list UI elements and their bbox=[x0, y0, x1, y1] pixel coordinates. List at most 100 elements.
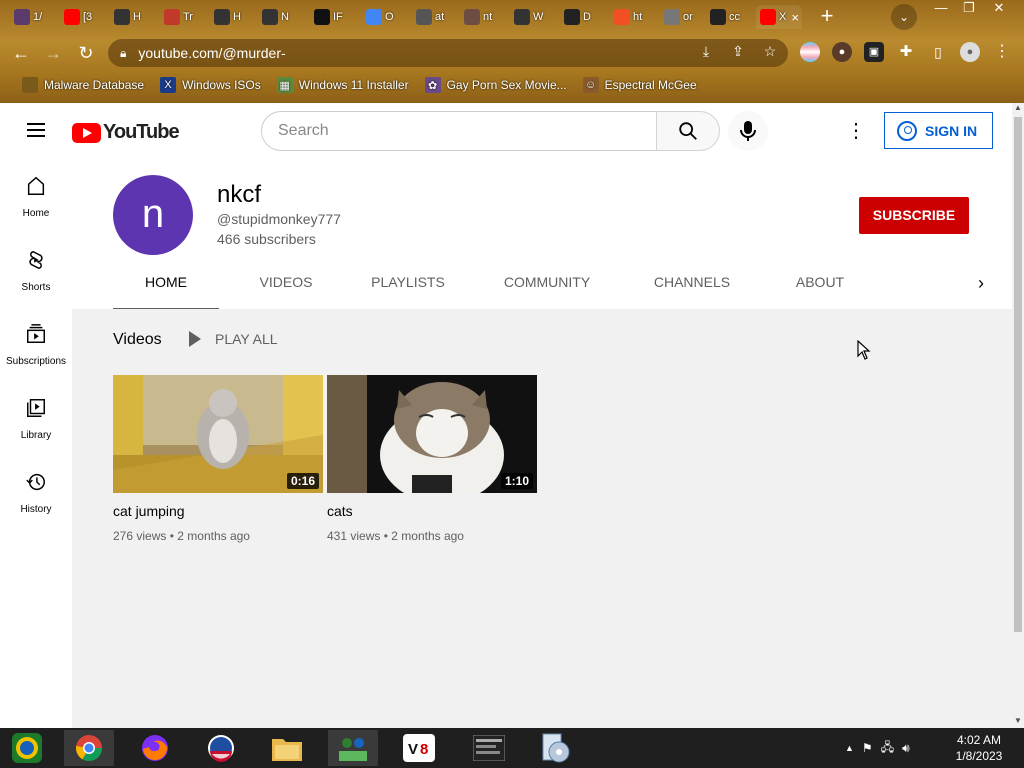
guide-item-subscriptions[interactable]: Subscriptions bbox=[0, 307, 72, 381]
obama-logo-taskbar-button[interactable] bbox=[196, 730, 246, 766]
video-title[interactable]: cats bbox=[327, 503, 537, 519]
start-button[interactable] bbox=[2, 730, 52, 766]
address-bar[interactable]: 🔒︎ youtube.com/@murder- ⤓ ⇪ ☆ bbox=[108, 39, 788, 67]
bookmark-item[interactable]: ☺ Espectral McGee bbox=[575, 77, 705, 93]
play-all-button[interactable]: PLAY ALL bbox=[189, 331, 278, 347]
channel-handle: @stupidmonkey777 bbox=[217, 211, 341, 227]
minimize-button[interactable]: — bbox=[926, 0, 956, 18]
side-panel-icon[interactable]: ▯ bbox=[928, 42, 948, 62]
tab-title: H bbox=[233, 11, 241, 23]
tab-channels[interactable]: CHANNELS bbox=[643, 263, 741, 311]
tab-title: or bbox=[683, 11, 693, 23]
chrome-taskbar-button[interactable] bbox=[64, 730, 114, 766]
video-thumbnail[interactable]: 1:10 bbox=[327, 375, 537, 493]
bookmark-star-icon[interactable]: ☆ bbox=[760, 43, 780, 63]
chevron-right-icon[interactable]: › bbox=[971, 273, 991, 297]
new-tab-button[interactable]: + bbox=[814, 5, 840, 29]
network-icon[interactable]: 🖧︎ bbox=[881, 738, 894, 759]
guide-item-home[interactable]: Home bbox=[0, 159, 72, 233]
browser-tab[interactable]: H bbox=[110, 5, 154, 29]
flag-icon[interactable]: ⚑ bbox=[862, 741, 873, 755]
install-icon[interactable]: ⤓ bbox=[696, 43, 716, 63]
browser-tab[interactable]: nt bbox=[460, 5, 504, 29]
close-tab-icon[interactable]: × bbox=[791, 10, 799, 25]
browser-tab[interactable]: 1/ bbox=[10, 5, 54, 29]
extensions-puzzle-icon[interactable]: ✚ bbox=[896, 42, 916, 62]
people-taskbar-button[interactable] bbox=[328, 730, 378, 766]
disc-taskbar-button[interactable] bbox=[530, 730, 580, 766]
tab-playlists[interactable]: PLAYLISTS bbox=[353, 263, 463, 311]
forward-button[interactable]: → bbox=[40, 40, 66, 66]
avatar-extension-icon[interactable]: ● bbox=[832, 42, 852, 62]
chevron-up-icon[interactable]: ▲ bbox=[845, 743, 854, 753]
vs-taskbar-button[interactable]: V8 bbox=[394, 730, 444, 766]
bookmark-item[interactable]: X Windows ISOs bbox=[152, 77, 269, 93]
sign-in-button[interactable]: SIGN IN bbox=[884, 112, 993, 149]
tab-title: Tr bbox=[183, 11, 193, 23]
video-thumbnail[interactable]: 0:16 bbox=[113, 375, 323, 493]
system-tray: ▲ ⚑ 🖧︎ 🔊︎ bbox=[845, 728, 910, 768]
page-scrollbar[interactable]: ▲ ▼ bbox=[1012, 103, 1024, 728]
video-title[interactable]: cat jumping bbox=[113, 503, 323, 519]
robot-extension-icon[interactable]: ▣ bbox=[864, 42, 884, 62]
browser-tab[interactable]: cc bbox=[706, 5, 750, 29]
search-input[interactable]: Search bbox=[261, 111, 657, 151]
menu-icon[interactable] bbox=[24, 119, 48, 143]
restore-button[interactable]: ❐ bbox=[954, 0, 984, 18]
tab-title: cc bbox=[729, 11, 740, 23]
tab-search-button[interactable]: ⌄ bbox=[891, 4, 917, 30]
trans-flag-extension-icon[interactable] bbox=[800, 42, 820, 62]
voice-search-button[interactable] bbox=[728, 111, 768, 151]
browser-tab[interactable]: IF bbox=[310, 5, 356, 29]
tab-videos[interactable]: VIDEOS bbox=[243, 263, 329, 311]
browser-tab[interactable]: N bbox=[258, 5, 302, 29]
scroll-down-icon[interactable]: ▼ bbox=[1012, 716, 1024, 728]
sign-in-label: SIGN IN bbox=[925, 122, 978, 139]
browser-tab[interactable]: X × bbox=[756, 5, 802, 29]
video-views: 431 views bbox=[327, 529, 381, 543]
browser-tab[interactable]: or bbox=[660, 5, 700, 29]
browser-tab[interactable]: Tr bbox=[160, 5, 204, 29]
tab-about[interactable]: ABOUT bbox=[781, 263, 859, 311]
firefox-taskbar-button[interactable] bbox=[130, 730, 180, 766]
tab-home[interactable]: HOME bbox=[113, 263, 219, 311]
back-button[interactable]: ← bbox=[8, 40, 34, 66]
system-clock[interactable]: 4:02 AM 1/8/2023 bbox=[944, 732, 1014, 764]
browser-tab[interactable]: D bbox=[560, 5, 604, 29]
tab-community[interactable]: COMMUNITY bbox=[493, 263, 601, 311]
share-icon[interactable]: ⇪ bbox=[728, 43, 748, 63]
browser-tab[interactable]: W bbox=[510, 5, 554, 29]
guide-item-shorts[interactable]: Shorts bbox=[0, 233, 72, 307]
reload-button[interactable]: ↻ bbox=[73, 40, 99, 66]
guide-item-history[interactable]: History bbox=[0, 455, 72, 529]
settings-dots-icon[interactable]: ⋮ bbox=[846, 119, 866, 143]
bookmark-item[interactable]: Malware Database bbox=[14, 77, 152, 93]
browser-tab[interactable]: at bbox=[412, 5, 456, 29]
youtube-logo[interactable]: YouTube bbox=[72, 121, 180, 144]
browser-menu-icon[interactable]: ⋮ bbox=[992, 42, 1012, 62]
browser-tab[interactable]: O bbox=[362, 5, 406, 29]
video-card[interactable]: 0:16 cat jumping 276 views • 2 months ag… bbox=[113, 375, 323, 543]
scrollbar-thumb[interactable] bbox=[1014, 117, 1022, 632]
browser-tab[interactable]: [3 bbox=[60, 5, 104, 29]
tab-title: IF bbox=[333, 11, 343, 23]
profile-icon[interactable]: ● bbox=[960, 42, 980, 62]
clock-date: 1/8/2023 bbox=[955, 749, 1003, 763]
subscriber-count: 466 subscribers bbox=[217, 231, 316, 247]
scroll-up-icon[interactable]: ▲ bbox=[1012, 103, 1024, 115]
close-window-button[interactable]: ✕ bbox=[984, 0, 1014, 18]
bookmark-item[interactable]: ▦ Windows 11 Installer bbox=[269, 77, 417, 93]
search-button[interactable] bbox=[656, 111, 720, 151]
bookmark-item[interactable]: ✿ Gay Porn Sex Movie... bbox=[417, 77, 575, 93]
guide-item-library[interactable]: Library bbox=[0, 381, 72, 455]
channel-avatar[interactable]: n bbox=[113, 175, 193, 255]
video-card[interactable]: 1:10 cats 431 views • 2 months ago bbox=[327, 375, 537, 543]
tab-title: W bbox=[533, 11, 544, 23]
subscribe-button[interactable]: SUBSCRIBE bbox=[859, 197, 969, 234]
browser-tab[interactable]: ht bbox=[610, 5, 654, 29]
file-explorer-taskbar-button[interactable] bbox=[262, 730, 312, 766]
channel-name: nkcf bbox=[217, 181, 262, 208]
browser-tab[interactable]: H bbox=[210, 5, 254, 29]
volume-icon[interactable]: 🔊︎ bbox=[902, 741, 910, 756]
terminal-taskbar-button[interactable] bbox=[464, 730, 514, 766]
